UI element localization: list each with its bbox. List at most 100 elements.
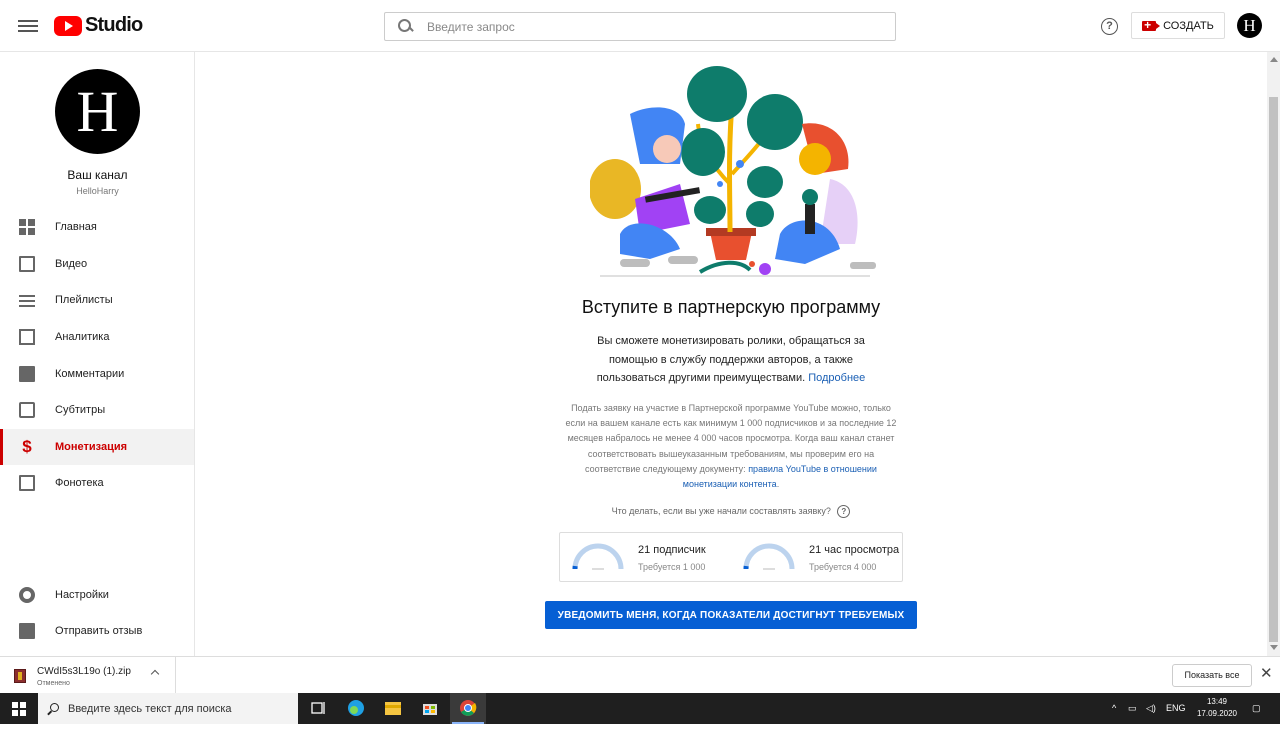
channel-avatar[interactable]: H bbox=[55, 69, 140, 154]
windows-taskbar: Введите здесь текст для поиска ^ ▭ ◁) EN… bbox=[0, 693, 1280, 724]
zip-file-icon bbox=[14, 669, 26, 683]
help-icon[interactable]: ? bbox=[837, 505, 850, 518]
sidebar-item-comments[interactable]: Комментарии bbox=[0, 356, 194, 392]
account-avatar[interactable]: H bbox=[1237, 13, 1262, 38]
taskbar-clock[interactable]: 13:49 17.09.2020 bbox=[1192, 696, 1242, 720]
program-description: Вы сможете монетизировать ролики, обраща… bbox=[581, 332, 881, 388]
comments-icon bbox=[19, 366, 35, 382]
sidebar-item-label: Субтитры bbox=[55, 404, 105, 416]
dollar-icon: $ bbox=[19, 439, 35, 455]
chrome-app[interactable] bbox=[450, 693, 486, 724]
close-icon[interactable]: ✕ bbox=[1260, 666, 1273, 682]
subtitles-icon bbox=[19, 402, 35, 418]
sidebar: H Ваш канал HelloHarry Главная Видео Пле… bbox=[0, 52, 195, 656]
start-button[interactable] bbox=[0, 693, 38, 724]
create-button[interactable]: СОЗДАТЬ bbox=[1131, 12, 1225, 39]
folder-icon bbox=[375, 693, 411, 724]
learn-more-link[interactable]: Подробнее bbox=[808, 372, 865, 384]
help-icon[interactable]: ? bbox=[1101, 18, 1118, 35]
sidebar-item-playlists[interactable]: Плейлисты bbox=[0, 282, 194, 318]
search-input[interactable] bbox=[427, 20, 867, 34]
windows-logo-icon bbox=[12, 702, 26, 716]
subscribers-required: Требуется 1 000 bbox=[638, 562, 705, 572]
video-icon bbox=[19, 256, 35, 272]
chrome-icon bbox=[450, 693, 486, 724]
create-video-icon bbox=[1142, 21, 1156, 31]
show-all-downloads-button[interactable]: Показать все bbox=[1172, 664, 1252, 687]
menu-icon[interactable] bbox=[18, 17, 38, 35]
dashboard-icon bbox=[19, 219, 35, 235]
language-indicator[interactable]: ENG bbox=[1166, 693, 1186, 724]
create-label: СОЗДАТЬ bbox=[1163, 20, 1214, 32]
eligibility-info: Подать заявку на участие в Партнерской п… bbox=[563, 401, 899, 492]
search-icon bbox=[398, 19, 413, 34]
studio-logo[interactable]: Studio bbox=[54, 14, 142, 37]
download-item[interactable]: CWdI5s3L19o (1).zip Отменено bbox=[0, 657, 176, 694]
top-bar: Studio ? СОЗДАТЬ H bbox=[0, 0, 1280, 52]
download-file-name: CWdI5s3L19o (1).zip bbox=[37, 666, 131, 677]
watch-hours-metric: 21 час просмотра Требуется 4 000 bbox=[731, 533, 902, 583]
search-icon bbox=[47, 703, 59, 715]
sidebar-item-label: Фонотека bbox=[55, 477, 104, 489]
edge-app[interactable] bbox=[338, 693, 374, 724]
download-status: Отменено bbox=[37, 680, 70, 687]
chevron-up-icon[interactable] bbox=[151, 670, 159, 678]
search-box[interactable] bbox=[384, 12, 896, 41]
scroll-up-arrow-icon[interactable] bbox=[1270, 57, 1278, 62]
volume-icon[interactable]: ◁) bbox=[1146, 693, 1156, 724]
logo-text: Studio bbox=[85, 14, 142, 37]
playlist-icon bbox=[19, 292, 35, 308]
sidebar-item-label: Плейлисты bbox=[55, 294, 113, 306]
eligibility-metrics: 21 подписчик Требуется 1 000 21 час прос… bbox=[559, 532, 903, 582]
gear-icon bbox=[19, 587, 35, 603]
download-bar: CWdI5s3L19o (1).zip Отменено Показать вс… bbox=[0, 656, 1280, 693]
task-view-button[interactable] bbox=[300, 693, 336, 724]
sidebar-item-label: Настройки bbox=[55, 589, 109, 601]
subscribers-gauge bbox=[571, 542, 625, 572]
notifications-icon[interactable]: ▢ bbox=[1252, 693, 1261, 724]
sidebar-item-label: Отправить отзыв bbox=[55, 625, 142, 637]
sidebar-item-feedback[interactable]: Отправить отзыв bbox=[0, 613, 194, 649]
scroll-down-arrow-icon[interactable] bbox=[1270, 645, 1278, 650]
sidebar-item-audio-library[interactable]: Фонотека bbox=[0, 465, 194, 501]
channel-handle: HelloHarry bbox=[0, 186, 195, 196]
store-app[interactable] bbox=[412, 693, 448, 724]
subscribers-metric: 21 подписчик Требуется 1 000 bbox=[560, 533, 731, 583]
notify-me-button[interactable]: УВЕДОМИТЬ МЕНЯ, КОГДА ПОКАЗАТЕЛИ ДОСТИГН… bbox=[545, 601, 917, 629]
analytics-icon bbox=[19, 329, 35, 345]
clock-time: 13:49 bbox=[1192, 696, 1242, 708]
youtube-logo-icon bbox=[54, 16, 82, 36]
sidebar-item-settings[interactable]: Настройки bbox=[0, 577, 194, 613]
sidebar-item-label: Аналитика bbox=[55, 331, 109, 343]
store-icon bbox=[412, 693, 448, 724]
watch-hours-gauge bbox=[742, 542, 796, 572]
application-question: Что делать, если вы уже начали составлят… bbox=[195, 505, 1267, 518]
scroll-thumb[interactable] bbox=[1269, 97, 1278, 642]
subscribers-value: 21 подписчик bbox=[638, 544, 706, 556]
sidebar-item-dashboard[interactable]: Главная bbox=[0, 209, 194, 245]
channel-title: Ваш канал bbox=[0, 168, 195, 182]
sidebar-item-subtitles[interactable]: Субтитры bbox=[0, 392, 194, 428]
sidebar-item-videos[interactable]: Видео bbox=[0, 246, 194, 282]
feedback-icon bbox=[19, 623, 35, 639]
eligibility-suffix: . bbox=[777, 479, 780, 489]
sidebar-item-label: Видео bbox=[55, 258, 87, 270]
tray-overflow-icon[interactable]: ^ bbox=[1112, 693, 1116, 724]
taskbar-search-placeholder: Введите здесь текст для поиска bbox=[68, 703, 232, 715]
audio-library-icon bbox=[19, 475, 35, 491]
sidebar-item-monetization[interactable]: $ Монетизация bbox=[0, 429, 194, 465]
network-icon[interactable]: ▭ bbox=[1128, 693, 1137, 724]
clock-date: 17.09.2020 bbox=[1192, 708, 1242, 720]
main-content: Вступите в партнерскую программу Вы смож… bbox=[195, 52, 1267, 656]
task-view-icon bbox=[300, 693, 336, 724]
watch-hours-value: 21 час просмотра bbox=[809, 544, 899, 556]
taskbar-search[interactable]: Введите здесь текст для поиска bbox=[38, 693, 298, 724]
partner-program-illustration bbox=[590, 64, 880, 282]
page-scrollbar[interactable] bbox=[1267, 52, 1280, 656]
edge-icon bbox=[338, 693, 374, 724]
sidebar-item-label: Комментарии bbox=[55, 368, 124, 380]
sidebar-item-label: Монетизация bbox=[55, 441, 127, 453]
file-explorer-app[interactable] bbox=[375, 693, 411, 724]
sidebar-item-analytics[interactable]: Аналитика bbox=[0, 319, 194, 355]
watch-hours-required: Требуется 4 000 bbox=[809, 562, 876, 572]
